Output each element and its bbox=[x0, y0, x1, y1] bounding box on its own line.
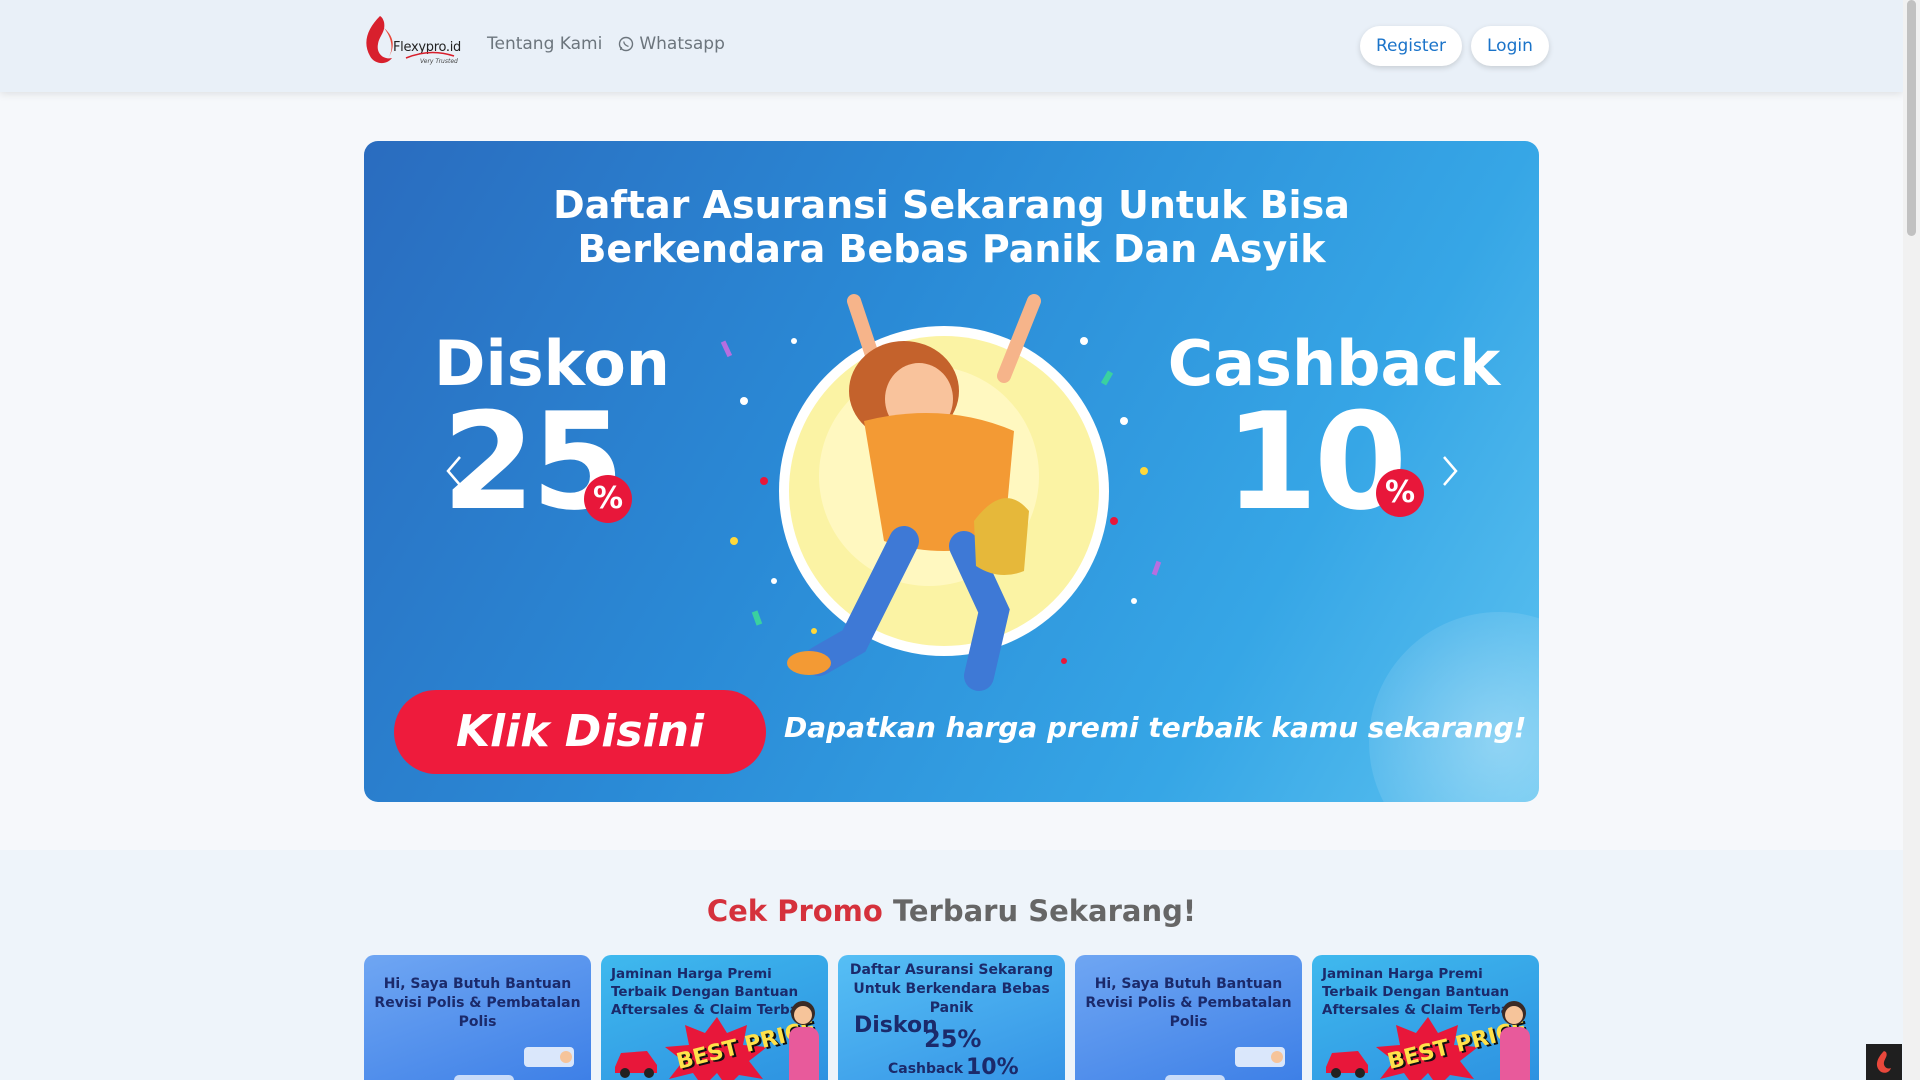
hero-title-line1: Daftar Asuransi Sekarang Untuk Bisa bbox=[553, 183, 1350, 227]
hero-glow bbox=[1369, 612, 1539, 802]
promo-card-cashback-value: 10% bbox=[966, 1055, 1019, 1080]
page-scrollbar[interactable] bbox=[1903, 0, 1920, 1080]
promo-title: Cek Promo Terbaru Sekarang! bbox=[0, 894, 1903, 928]
promo-card-text: Hi, Saya Butuh Bantuan Revisi Polis & Pe… bbox=[1085, 976, 1292, 1030]
hero-title-line2: Berkendara Bebas Panik Dan Asyik bbox=[577, 227, 1326, 271]
promo-title-rest: Terbaru Sekarang! bbox=[892, 894, 1197, 928]
nav-link-tentang-kami[interactable]: Tentang Kami bbox=[487, 34, 602, 54]
hero-tagline: Dapatkan harga premi terbaik kamu sekara… bbox=[784, 711, 1527, 744]
promo-card[interactable]: Jaminan Harga Premi Terbaik Dengan Bantu… bbox=[1312, 955, 1539, 1080]
woman-figure bbox=[1500, 1001, 1530, 1080]
nav-link-whatsapp[interactable]: Whatsapp bbox=[618, 34, 725, 54]
page: Flexypro.id Very Trusted Tentang Kami Wh… bbox=[0, 0, 1903, 1080]
klik-disini-button[interactable]: Klik Disini bbox=[394, 690, 766, 774]
hero-illustration bbox=[720, 294, 1162, 691]
woman-figure bbox=[789, 1001, 819, 1080]
whatsapp-icon bbox=[619, 36, 634, 52]
diskon-percent-badge: % bbox=[584, 475, 632, 523]
chevron-right-icon bbox=[1443, 456, 1458, 486]
navbar: Flexypro.id Very Trusted Tentang Kami Wh… bbox=[0, 0, 1903, 92]
promo-card[interactable]: Hi, Saya Butuh Bantuan Revisi Polis & Pe… bbox=[1075, 955, 1302, 1080]
nav-links: Tentang Kami Whatsapp bbox=[487, 34, 725, 54]
promo-card[interactable]: Jaminan Harga Premi Terbaik Dengan Bantu… bbox=[601, 955, 828, 1080]
flame-fab-icon bbox=[1876, 1051, 1891, 1073]
promo-card-text: Hi, Saya Butuh Bantuan Revisi Polis & Pe… bbox=[374, 976, 581, 1030]
nav-link-label: Whatsapp bbox=[639, 34, 725, 54]
hero-banner[interactable]: Daftar Asuransi Sekarang Untuk Bisa Berk… bbox=[364, 141, 1539, 802]
promo-card-illustration bbox=[1165, 1047, 1285, 1080]
diskon-value: 25 bbox=[442, 384, 624, 540]
promo-card-illustration bbox=[454, 1047, 574, 1080]
promo-card-text: Daftar Asuransi Sekarang Untuk Berkendar… bbox=[849, 962, 1054, 1016]
carousel-prev-arrow[interactable] bbox=[434, 441, 474, 501]
carousel-next-arrow[interactable] bbox=[1430, 441, 1470, 501]
register-button[interactable]: Register bbox=[1360, 26, 1462, 66]
promo-cards: Hi, Saya Butuh Bantuan Revisi Polis & Pe… bbox=[364, 955, 1539, 1080]
promo-section: Cek Promo Terbaru Sekarang! Hi, Saya But… bbox=[0, 850, 1903, 1080]
car-icon bbox=[615, 1051, 657, 1078]
brand-logo[interactable]: Flexypro.id Very Trusted bbox=[364, 14, 461, 70]
promo-card[interactable]: Daftar Asuransi Sekarang Untuk Berkendar… bbox=[838, 955, 1065, 1080]
nav-link-label: Tentang Kami bbox=[487, 34, 603, 54]
promo-card[interactable]: Hi, Saya Butuh Bantuan Revisi Polis & Pe… bbox=[364, 955, 591, 1080]
scrollbar-thumb[interactable] bbox=[1907, 0, 1916, 236]
chevron-left-icon bbox=[446, 456, 461, 486]
floating-logo-button[interactable] bbox=[1866, 1044, 1902, 1080]
promo-card-diskon-value: 25% bbox=[924, 1025, 982, 1053]
flame-logo-icon bbox=[366, 16, 393, 64]
promo-title-highlight: Cek Promo bbox=[706, 894, 883, 928]
logo-swoosh bbox=[405, 51, 455, 59]
cashback-percent-badge: % bbox=[1376, 469, 1424, 517]
auth-buttons: Register Login bbox=[1360, 26, 1549, 66]
promo-card-cashback: Cashback bbox=[888, 1061, 964, 1077]
car-icon bbox=[1326, 1051, 1368, 1078]
hero-title: Daftar Asuransi Sekarang Untuk Bisa Berk… bbox=[364, 183, 1539, 271]
login-button[interactable]: Login bbox=[1471, 26, 1549, 66]
